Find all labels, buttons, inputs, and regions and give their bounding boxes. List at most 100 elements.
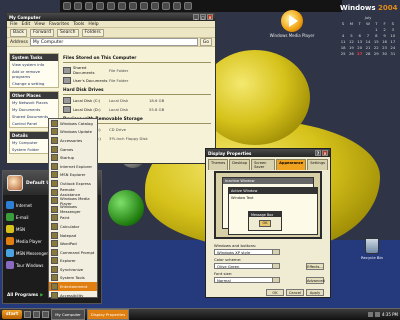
taskbar-window-button[interactable]: My Computer [51, 309, 85, 320]
program-menu-item[interactable]: Synchronize [49, 265, 97, 274]
start-menu-item[interactable]: Media Player [5, 235, 49, 247]
calendar-day[interactable]: 15 [372, 39, 380, 44]
menu-item-tools[interactable]: Tools [73, 22, 84, 27]
calendar-day[interactable]: 3 [389, 27, 397, 32]
start-menu-item[interactable]: MSN [5, 223, 49, 235]
calendar-day[interactable]: 11 [339, 39, 347, 44]
address-input[interactable]: My Computer [29, 38, 198, 46]
recycle-bin-desktop-icon[interactable]: Recycle Bin [352, 238, 392, 260]
calendar-day[interactable]: 28 [364, 51, 372, 56]
calendar-day[interactable]: 12 [347, 39, 355, 44]
task-group-heading[interactable]: Other Places [10, 92, 58, 99]
start-menu-item[interactable]: E-mail [5, 211, 49, 223]
calendar-day[interactable]: 20 [356, 45, 364, 50]
calendar-day[interactable]: 1 [372, 27, 380, 32]
program-menu-item[interactable]: MSN Explorer [49, 171, 97, 180]
dialog-close-button[interactable]: × [322, 150, 328, 156]
forward-button[interactable]: Forward [29, 28, 55, 37]
close-button[interactable]: × [207, 14, 213, 20]
calendar-day[interactable]: 22 [372, 45, 380, 50]
program-menu-item[interactable]: Entertainment [49, 282, 97, 291]
go-button[interactable]: Go [199, 38, 212, 46]
program-menu-item[interactable]: Explorer [49, 257, 97, 266]
search-button[interactable]: Search [57, 28, 79, 37]
folder-icon[interactable] [96, 2, 104, 10]
clock[interactable]: 4:35 PM [382, 312, 398, 317]
calendar-day[interactable]: 31 [389, 51, 397, 56]
program-menu-item[interactable]: Internet Explorer [49, 162, 97, 171]
program-menu-item[interactable]: Windows Messenger [49, 204, 97, 214]
start-button[interactable]: start [2, 310, 23, 319]
program-menu-item[interactable]: Startup [49, 153, 97, 162]
music-icon[interactable] [151, 2, 159, 10]
maximize-button[interactable]: □ [200, 14, 206, 20]
tab-desktop[interactable]: Desktop [229, 159, 251, 170]
calendar-day[interactable]: 13 [356, 39, 364, 44]
printer-icon[interactable] [140, 2, 148, 10]
color-scheme-select[interactable]: Olive Green [214, 263, 280, 269]
program-menu-item[interactable]: Games [49, 145, 97, 154]
settings-icon[interactable] [107, 2, 115, 10]
calendar-day[interactable]: 25 [339, 51, 347, 56]
program-menu-item[interactable]: Accessibility [49, 291, 97, 300]
ok-button[interactable]: OK [266, 289, 284, 296]
help-button[interactable]: ? [315, 150, 321, 156]
calendar-day[interactable]: 30 [380, 51, 388, 56]
program-menu-item[interactable]: Windows Catalog [49, 119, 97, 128]
calendar-day[interactable]: 8 [372, 33, 380, 38]
calendar-day[interactable]: 21 [364, 45, 372, 50]
windows-buttons-select[interactable]: Windows XP style [214, 249, 280, 255]
calendar-day[interactable]: 7 [364, 33, 372, 38]
calendar-day[interactable]: 24 [389, 45, 397, 50]
calendar-day[interactable]: 29 [372, 51, 380, 56]
cancel-button[interactable]: Cancel [286, 289, 304, 296]
program-menu-item[interactable]: Calculator [49, 222, 97, 231]
calendar-day[interactable]: 17 [389, 39, 397, 44]
camera-icon[interactable] [162, 2, 170, 10]
program-menu-item[interactable]: Notepad [49, 231, 97, 240]
calendar-day[interactable]: 26 [347, 51, 355, 56]
menu-item-favorites[interactable]: Favorites [49, 22, 69, 27]
font-size-select[interactable]: Normal [214, 277, 280, 283]
effects-button[interactable]: Effects... [306, 263, 324, 270]
network-icon[interactable] [374, 312, 380, 317]
explorer-titlebar[interactable]: My Computer _ □ × [7, 13, 215, 21]
taskbar-window-button[interactable]: Display Properties [86, 309, 130, 320]
calendar-day[interactable]: 4 [339, 33, 347, 38]
calendar-day[interactable]: 10 [389, 33, 397, 38]
program-menu-item[interactable]: System Tools [49, 274, 97, 283]
apply-button[interactable]: Apply [306, 289, 324, 296]
calendar-day[interactable]: 16 [380, 39, 388, 44]
back-button[interactable]: Back [10, 28, 27, 37]
menu-item-file[interactable]: File [10, 22, 18, 27]
calendar-day[interactable]: 5 [347, 33, 355, 38]
calendar-day[interactable]: 6 [356, 33, 364, 38]
program-menu-item[interactable]: Windows Update [49, 128, 97, 137]
task-link[interactable]: Add or remove programs [10, 68, 58, 80]
dialog-titlebar[interactable]: Display Properties ? × [206, 149, 330, 157]
volume-icon[interactable] [367, 312, 373, 317]
tab-themes[interactable]: Themes [208, 159, 229, 170]
start-menu-item[interactable]: Tour Windows [5, 259, 49, 271]
calendar-day[interactable]: 19 [347, 45, 355, 50]
ie-icon[interactable] [24, 311, 32, 318]
start-menu-item[interactable]: MSN Messenger [5, 247, 49, 259]
calendar-day[interactable]: 18 [339, 45, 347, 50]
calendar-day[interactable]: 2 [380, 27, 388, 32]
tab-screen-saver[interactable]: Screen Saver [251, 159, 276, 170]
program-menu-item[interactable]: WordPad [49, 239, 97, 248]
network-icon[interactable] [129, 2, 137, 10]
file-row[interactable]: Local Disk (D:) Local Disk 55.8 GB [63, 105, 211, 114]
tab-settings[interactable]: Settings [307, 159, 328, 170]
menu-item-view[interactable]: View [34, 22, 45, 27]
calendar-day[interactable]: 27 [356, 51, 364, 56]
program-menu-item[interactable]: Accessories [49, 136, 97, 145]
avatar[interactable] [7, 175, 23, 191]
program-menu-item[interactable]: Command Prompt [49, 248, 97, 257]
file-row[interactable]: Local Disk (C:) Local Disk 18.6 GB [63, 96, 211, 105]
task-link[interactable]: My Network Places [10, 99, 58, 106]
file-row[interactable]: User's Documents File Folder [63, 76, 211, 85]
mail-icon[interactable] [74, 2, 82, 10]
menu-item-help[interactable]: Help [88, 22, 98, 27]
calendar-day[interactable]: 14 [364, 39, 372, 44]
